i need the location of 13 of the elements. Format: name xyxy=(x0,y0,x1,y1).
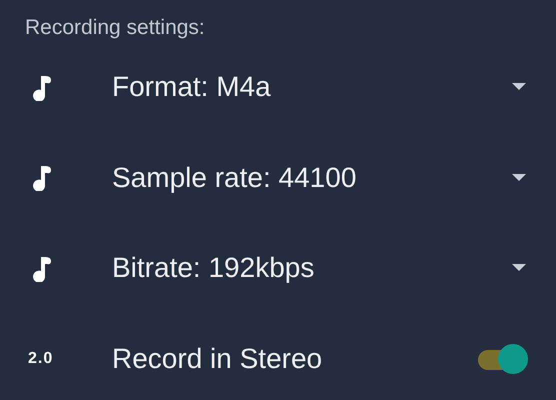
setting-label[interactable]: Record in Stereo xyxy=(112,342,476,375)
dropdown-label[interactable]: Bitrate: 192kbps xyxy=(112,252,512,284)
caret-icon[interactable] xyxy=(512,83,526,92)
dropdown-label[interactable]: Sample rate: 44100 xyxy=(112,162,512,194)
caret-icon[interactable] xyxy=(512,264,526,272)
music-note-icon xyxy=(32,254,52,282)
music-note-icon xyxy=(32,164,52,192)
music-note-icon xyxy=(32,74,52,101)
caret-icon[interactable] xyxy=(512,174,526,182)
dropdown-label[interactable]: Format: M4a xyxy=(112,71,512,104)
section-title: Recording settings: xyxy=(24,15,206,41)
toggle-switch[interactable] xyxy=(476,342,530,375)
stereo-icon: 2.0 xyxy=(28,350,54,368)
